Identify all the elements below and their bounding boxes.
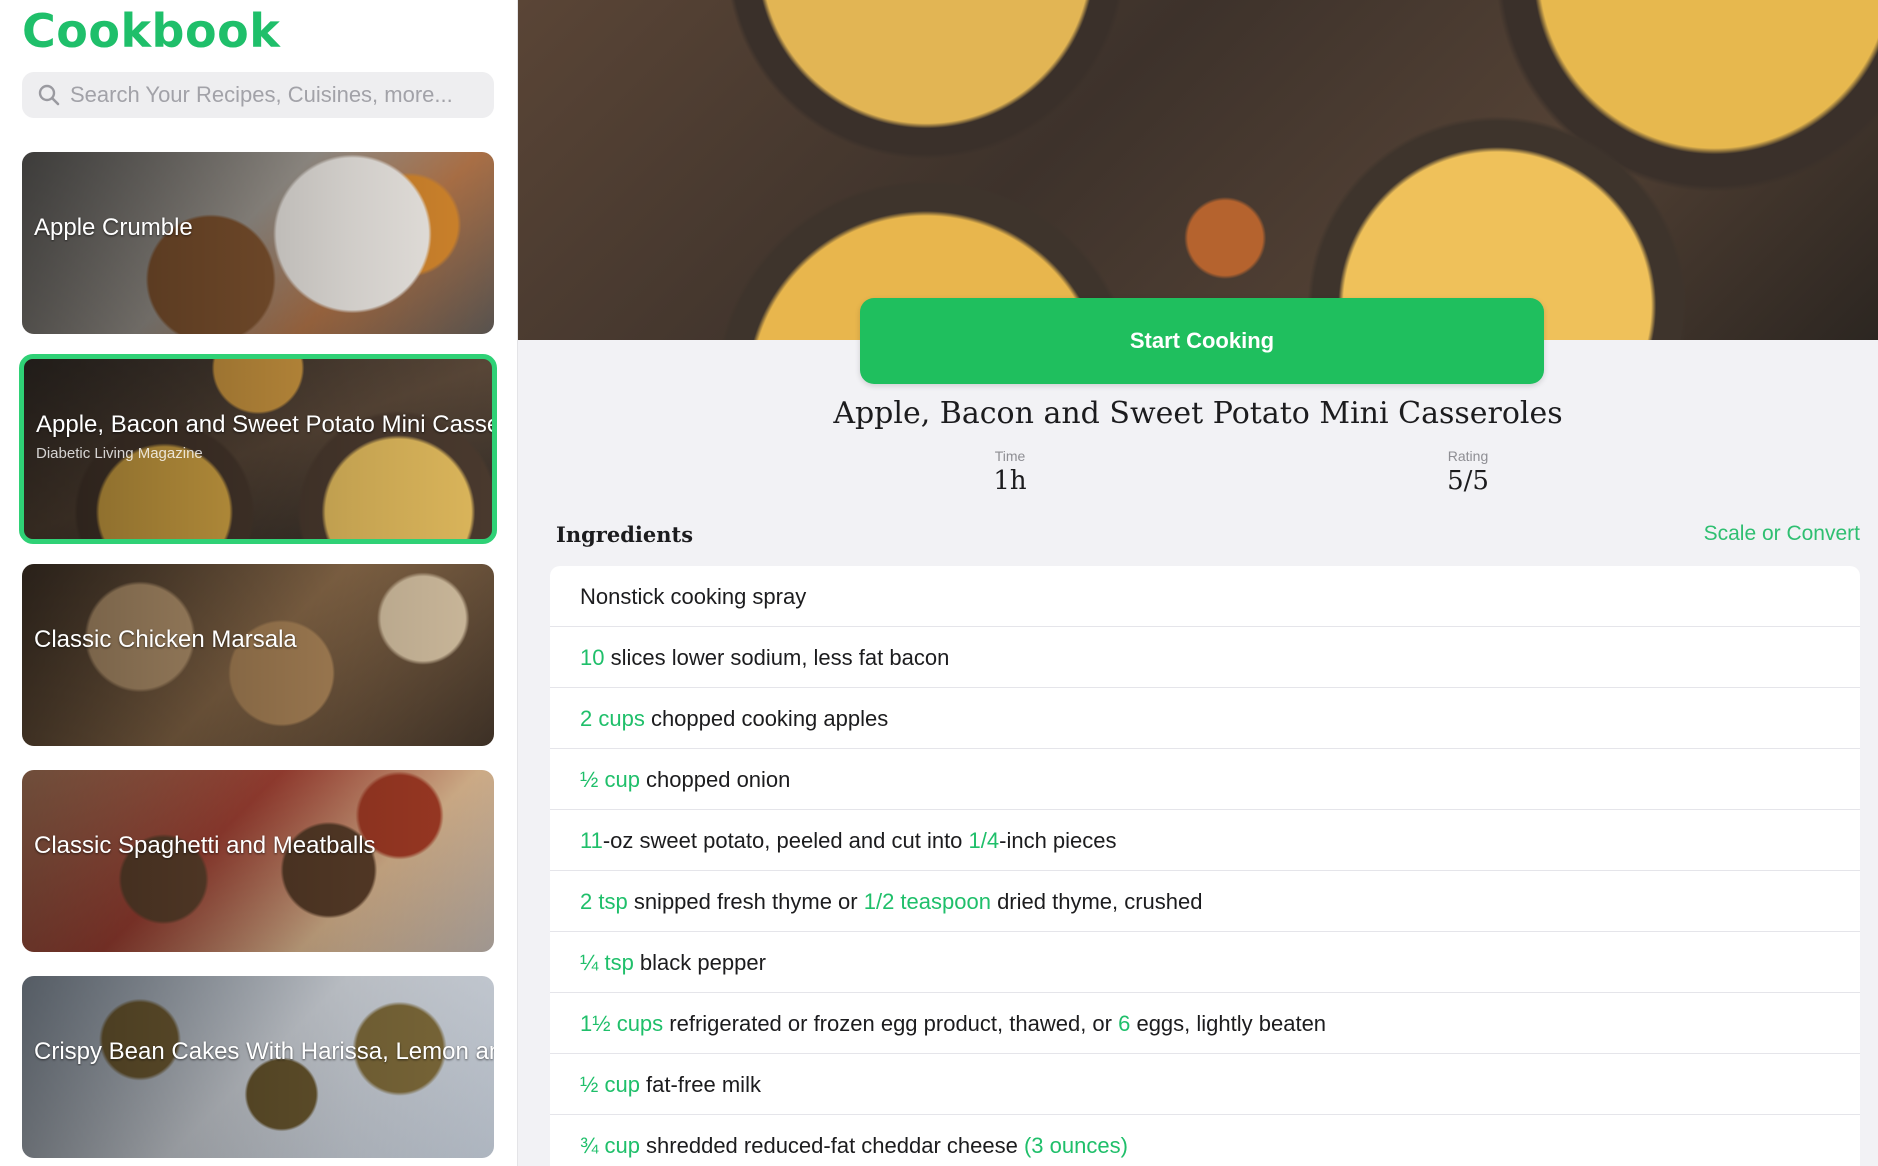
ingredient-quantity[interactable]: 2 cups [580, 706, 645, 731]
search-icon [36, 82, 62, 108]
search-input[interactable]: Search Your Recipes, Cuisines, more... [70, 82, 453, 108]
ingredient-quantity[interactable]: (3 ounces) [1024, 1133, 1128, 1158]
ingredient-row: ½ cup chopped onion [550, 749, 1860, 810]
recipe-title: Apple, Bacon and Sweet Potato Mini Casse… [833, 396, 1563, 431]
ingredient-row: 1½ cups refrigerated or frozen egg produ… [550, 993, 1860, 1054]
app-title: Cookbook [22, 4, 281, 58]
time-value: 1h [993, 466, 1027, 496]
ingredient-row: Nonstick cooking spray [550, 566, 1860, 627]
ingredient-text: black pepper [633, 950, 766, 975]
ingredient-text: chopped cooking apples [644, 706, 889, 731]
recipe-card-spaghetti-meatballs[interactable]: Classic Spaghetti and Meatballs [22, 770, 494, 952]
ingredient-quantity[interactable]: ¾ cup [580, 1133, 640, 1158]
rating-stat: Rating 5/5 [1388, 448, 1548, 496]
ingredient-text: dried thyme, crushed [990, 889, 1203, 914]
rating-value: 5/5 [1447, 466, 1489, 496]
start-cooking-button[interactable]: Start Cooking [860, 298, 1544, 384]
ingredient-quantity[interactable]: ½ cup [580, 767, 640, 792]
ingredient-row: 10 slices lower sodium, less fat bacon [550, 627, 1860, 688]
recipe-card-title: Apple, Bacon and Sweet Potato Mini Casse… [36, 411, 492, 438]
ingredient-text: -oz sweet potato, peeled and cut into [602, 828, 969, 853]
recipe-card-crispy-bean-cakes[interactable]: Crispy Bean Cakes With Harissa, Lemon an… [22, 976, 494, 1158]
ingredient-quantity[interactable]: 1/4 [969, 828, 1000, 853]
ingredient-quantity[interactable]: ½ cup [580, 1072, 640, 1097]
ingredient-text: shredded reduced-fat cheddar cheese [639, 1133, 1024, 1158]
rating-label: Rating [1447, 448, 1489, 464]
ingredient-row: ¼ tsp black pepper [550, 932, 1860, 993]
recipe-card-title: Crispy Bean Cakes With Harissa, Lemon an… [34, 1038, 494, 1065]
ingredient-quantity[interactable]: 10 [580, 645, 604, 670]
ingredient-row: ¾ cup shredded reduced-fat cheddar chees… [550, 1115, 1860, 1166]
ingredient-quantity[interactable]: 1½ cups [580, 1011, 663, 1036]
ingredient-row: 2 cups chopped cooking apples [550, 688, 1860, 749]
recipe-card-title: Classic Chicken Marsala [34, 626, 297, 653]
recipe-card-title: Apple Crumble [34, 214, 193, 241]
recipe-detail: Start Cooking Apple, Bacon and Sweet Pot… [518, 0, 1878, 1166]
time-stat: Time 1h [930, 448, 1090, 496]
time-label: Time [994, 448, 1026, 464]
ingredient-text: Nonstick cooking spray [580, 584, 807, 609]
ingredient-quantity[interactable]: 11 [580, 828, 603, 853]
ingredient-row: 11-oz sweet potato, peeled and cut into … [550, 810, 1860, 871]
ingredient-text: snipped fresh thyme or [627, 889, 864, 914]
ingredient-text: eggs, lightly beaten [1130, 1011, 1327, 1036]
scale-or-convert-link[interactable]: Scale or Convert [1704, 522, 1860, 546]
recipe-card-apple-bacon-casseroles[interactable]: Apple, Bacon and Sweet Potato Mini Casse… [19, 354, 497, 544]
ingredient-quantity[interactable]: 6 [1118, 1011, 1130, 1036]
ingredients-header: Ingredients [556, 522, 694, 547]
ingredient-row: 2 tsp snipped fresh thyme or 1/2 teaspoo… [550, 871, 1860, 932]
ingredient-text: refrigerated or frozen egg product, thaw… [663, 1011, 1119, 1036]
ingredients-list: Nonstick cooking spray 10 slices lower so… [550, 566, 1860, 1166]
ingredient-text: slices lower sodium, less fat bacon [604, 645, 950, 670]
recipe-card-source: Diabetic Living Magazine [36, 445, 203, 462]
search-field[interactable]: Search Your Recipes, Cuisines, more... [22, 72, 494, 118]
recipe-card-title: Classic Spaghetti and Meatballs [34, 832, 376, 859]
sidebar: Cookbook Search Your Recipes, Cuisines, … [0, 0, 518, 1166]
ingredient-text: fat-free milk [639, 1072, 761, 1097]
recipe-hero-image [518, 0, 1878, 340]
ingredient-quantity[interactable]: 1/2 teaspoon [864, 889, 991, 914]
recipe-card-apple-crumble[interactable]: Apple Crumble [22, 152, 494, 334]
ingredient-text: chopped onion [639, 767, 791, 792]
ingredient-quantity[interactable]: ¼ tsp [580, 950, 634, 975]
ingredient-quantity[interactable]: 2 tsp [580, 889, 628, 914]
ingredient-text: -inch pieces [999, 828, 1117, 853]
recipe-card-chicken-marsala[interactable]: Classic Chicken Marsala [22, 564, 494, 746]
ingredient-row: ½ cup fat-free milk [550, 1054, 1860, 1115]
